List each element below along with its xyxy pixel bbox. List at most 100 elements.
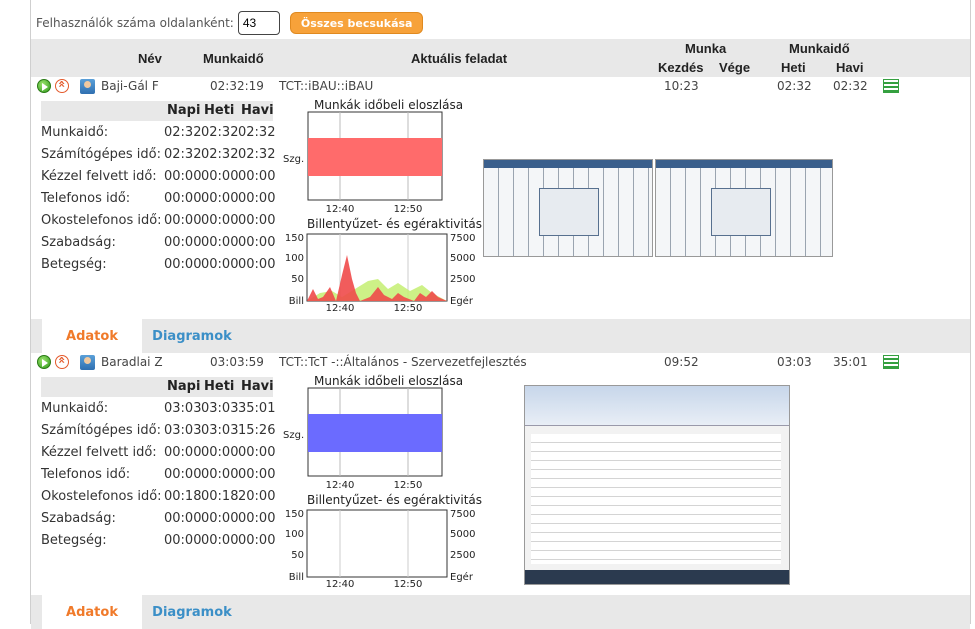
- user-current-task: TCT::TcT -::Általános - Szervezetfejlesz…: [279, 355, 527, 369]
- header-start[interactable]: Kezdés: [658, 60, 704, 75]
- stats-value: 00:00: [201, 511, 239, 526]
- user-weekly-time: 03:03: [777, 355, 812, 369]
- user-icon: [80, 79, 95, 94]
- right-axis-tick: 2500: [450, 274, 475, 285]
- stats-label: Betegség:: [41, 533, 107, 548]
- tab-adatok[interactable]: Adatok: [42, 319, 142, 353]
- header-end[interactable]: Vége: [719, 60, 750, 75]
- stats-value: 00:00: [201, 213, 239, 228]
- stats-row: Szabadság: 00:00 00:00 00:00: [41, 231, 275, 253]
- stats-value: 03:03: [201, 401, 239, 416]
- stats-label: Kézzel felvett idő:: [41, 445, 157, 460]
- stats-value: 00:00: [201, 169, 239, 184]
- collapse-icon[interactable]: [55, 355, 69, 369]
- activity-chart-title: Billentyűzet- és egéraktivitás: [307, 493, 483, 507]
- header-worktime[interactable]: Munkaidő: [203, 51, 264, 66]
- right-axis-tick: 2500: [450, 550, 475, 561]
- stats-row: Telefonos idő: 00:00 00:00 00:00: [41, 463, 276, 485]
- start-icon[interactable]: [37, 355, 51, 369]
- stats-value: 00:00: [164, 467, 202, 482]
- distribution-bar: [308, 414, 442, 452]
- per-page-input[interactable]: [237, 11, 280, 35]
- page: Felhasználók száma oldalanként: Összes b…: [0, 0, 975, 629]
- stats-value: 00:00: [201, 533, 239, 548]
- stats-value: 00:00: [238, 467, 276, 482]
- left-axis-tick: Bill: [289, 572, 304, 583]
- stats-value: 20:00: [238, 489, 276, 504]
- stats-value: 02:32: [238, 147, 276, 162]
- stats-row: Munkaidő: 03:03 03:03 35:01: [41, 397, 275, 419]
- screenshot-taskbar: [484, 160, 652, 168]
- stats-value: 00:00: [164, 511, 202, 526]
- screenshot-thumbnail[interactable]: [483, 159, 653, 257]
- collapse-all-button[interactable]: Összes becsukása: [289, 12, 424, 34]
- stats-value: 00:00: [201, 235, 239, 250]
- stats-value: 00:00: [164, 257, 202, 272]
- stats-col-napi: Napi: [167, 103, 201, 118]
- stats-value: 00:00: [201, 467, 239, 482]
- user-start-time: 09:52: [664, 355, 699, 369]
- stats-row: Telefonos idő: 00:00 00:00 00:00: [41, 187, 275, 209]
- collapse-icon[interactable]: [55, 79, 69, 93]
- screenshot-window: [711, 188, 771, 236]
- left-axis-tick: 100: [285, 529, 304, 540]
- distribution-chart: 12:40 12:50 Szg.: [283, 387, 443, 491]
- distribution-y-label: Szg.: [283, 154, 304, 165]
- stats-value: 00:18: [164, 489, 202, 504]
- header-weekly[interactable]: Heti: [781, 60, 806, 75]
- activity-chart: 12:40 12:50 150 7500 100 5000 50 2500 Bill Egér: [285, 233, 476, 311]
- stats-value: 00:00: [164, 533, 202, 548]
- stats-row: Számítógépes idő: 02:32 02:32 02:32: [41, 143, 276, 165]
- stats-value: 02:32: [238, 125, 276, 140]
- left-axis-tick: Bill: [289, 296, 304, 307]
- x-tick-label: 12:40: [326, 480, 355, 491]
- user-worktime: 02:32:19: [210, 79, 264, 93]
- header-worktime-2: Munkaidő: [789, 41, 850, 56]
- right-axis-tick: 5000: [450, 529, 475, 540]
- stats-value: 00:00: [164, 169, 202, 184]
- screenshot-thumbnail[interactable]: [524, 385, 790, 585]
- right-axis-tick: 5000: [450, 253, 475, 264]
- user-start-time: 10:23: [664, 79, 699, 93]
- user-name: Baradlai Z: [101, 355, 163, 369]
- stats-value: 00:00: [201, 257, 239, 272]
- header-current-task[interactable]: Aktuális feladat: [411, 51, 507, 66]
- stats-value: 02:32: [164, 147, 202, 162]
- stats-row: Kézzel felvett idő: 00:00 00:00 00:00: [41, 165, 275, 187]
- stats-header: Napi Heti Havi: [41, 101, 274, 121]
- header-monthly[interactable]: Havi: [836, 60, 863, 75]
- x-tick-label: 12:40: [326, 579, 355, 587]
- stats-label: Telefonos idő:: [41, 191, 131, 206]
- x-tick-label: 12:40: [326, 204, 355, 215]
- stats-label: Munkaidő:: [41, 125, 109, 140]
- stats-value: 03:03: [164, 401, 202, 416]
- left-axis-tick: 50: [291, 274, 304, 285]
- stats-label: Telefonos idő:: [41, 467, 131, 482]
- left-axis-tick: 150: [285, 233, 304, 244]
- left-axis-tick: 50: [291, 550, 304, 561]
- user-name: Baji-Gál F: [101, 79, 159, 93]
- stats-row: Okostelefonos idő: 00:00 00:00 00:00: [41, 209, 275, 231]
- table-header: Név Munkaidő Aktuális feladat Munka Kezd…: [31, 39, 970, 77]
- start-icon[interactable]: [37, 79, 51, 93]
- stats-label: Okostelefonos idő:: [41, 213, 162, 228]
- screenshot-thumbnail[interactable]: [655, 159, 833, 257]
- stats-value: 00:00: [238, 445, 276, 460]
- report-icon[interactable]: [883, 355, 899, 369]
- stats-label: Okostelefonos idő:: [41, 489, 162, 504]
- distribution-chart: 12:40 12:50 Szg.: [283, 111, 443, 215]
- screenshot-ribbon: [525, 386, 789, 426]
- report-icon[interactable]: [883, 79, 899, 93]
- x-tick-label: 12:50: [394, 204, 423, 215]
- stats-value: 02:32: [164, 125, 202, 140]
- x-tick-label: 12:50: [394, 579, 423, 587]
- stats-label: Számítógépes idő:: [41, 147, 161, 162]
- stats-value: 00:00: [201, 445, 239, 460]
- stats-value: 00:00: [201, 191, 239, 206]
- stats-col-napi: Napi: [167, 379, 201, 394]
- stats-value: 00:00: [164, 213, 202, 228]
- header-name[interactable]: Név: [138, 51, 162, 66]
- stats-value: 15:26: [238, 423, 276, 438]
- tab-diagramok[interactable]: Diagramok: [142, 319, 242, 353]
- right-axis-tick: Egér: [450, 571, 474, 583]
